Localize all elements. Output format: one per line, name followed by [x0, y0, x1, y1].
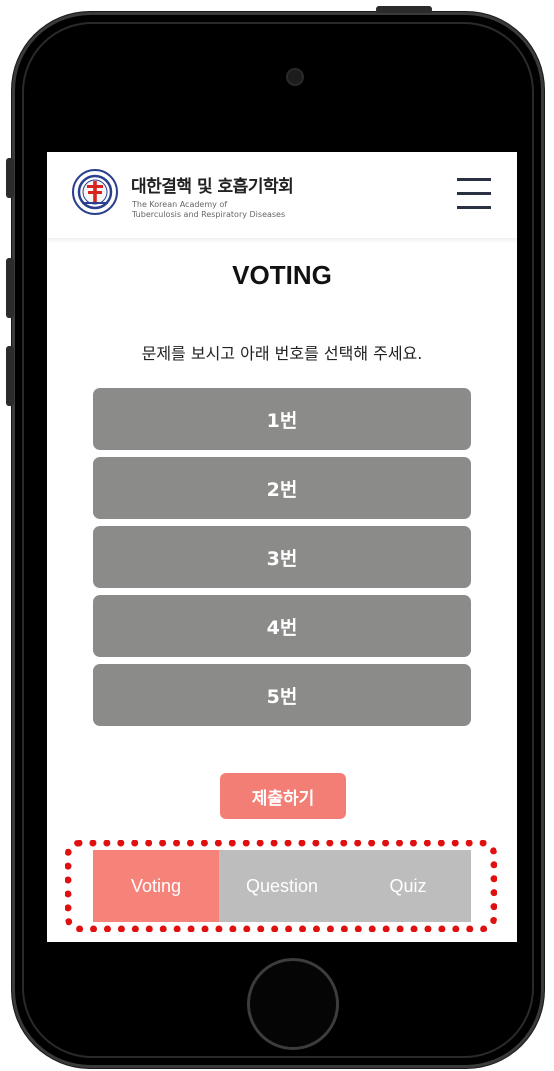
home-button[interactable]: [247, 958, 339, 1050]
menu-line: [457, 192, 491, 195]
volume-up-button: [6, 258, 14, 318]
org-name-english-line2: Tuberculosis and Respiratory Diseases: [132, 210, 286, 219]
vote-option-3-button[interactable]: 3번: [93, 526, 471, 588]
org-name-korean: 대한결핵 및 호흡기학회: [131, 177, 294, 197]
volume-down-button: [6, 346, 14, 406]
vote-option-5-button[interactable]: 5번: [93, 664, 471, 726]
power-button: [376, 6, 432, 13]
menu-line: [457, 178, 491, 181]
mute-switch: [6, 158, 14, 198]
site-header: 대한결핵 및 호흡기학회 The Korean Academy of Tuber…: [47, 152, 517, 238]
vote-option-4-button[interactable]: 4번: [93, 595, 471, 657]
vote-options: 1번 2번 3번 4번 5번: [93, 388, 471, 733]
vote-option-2-button[interactable]: 2번: [93, 457, 471, 519]
tab-quiz[interactable]: Quiz: [345, 850, 471, 922]
submit-button[interactable]: 제출하기: [220, 773, 346, 819]
bottom-tab-bar: Voting Question Quiz: [93, 850, 471, 922]
org-name-english: The Korean Academy of Tuberculosis and R…: [132, 200, 285, 220]
tab-voting[interactable]: Voting: [93, 850, 219, 922]
society-logo: [72, 169, 118, 215]
org-name-english-line1: The Korean Academy of: [132, 200, 228, 209]
app-screen: 대한결핵 및 호흡기학회 The Korean Academy of Tuber…: [47, 152, 517, 942]
hamburger-menu-icon[interactable]: [457, 178, 491, 210]
voting-instruction: 문제를 보시고 아래 번호를 선택해 주세요.: [141, 344, 423, 363]
menu-line: [457, 206, 491, 209]
vote-option-1-button[interactable]: 1번: [93, 388, 471, 450]
page-title: VOTING: [232, 260, 332, 290]
tab-question[interactable]: Question: [219, 850, 345, 922]
front-camera: [288, 70, 302, 84]
